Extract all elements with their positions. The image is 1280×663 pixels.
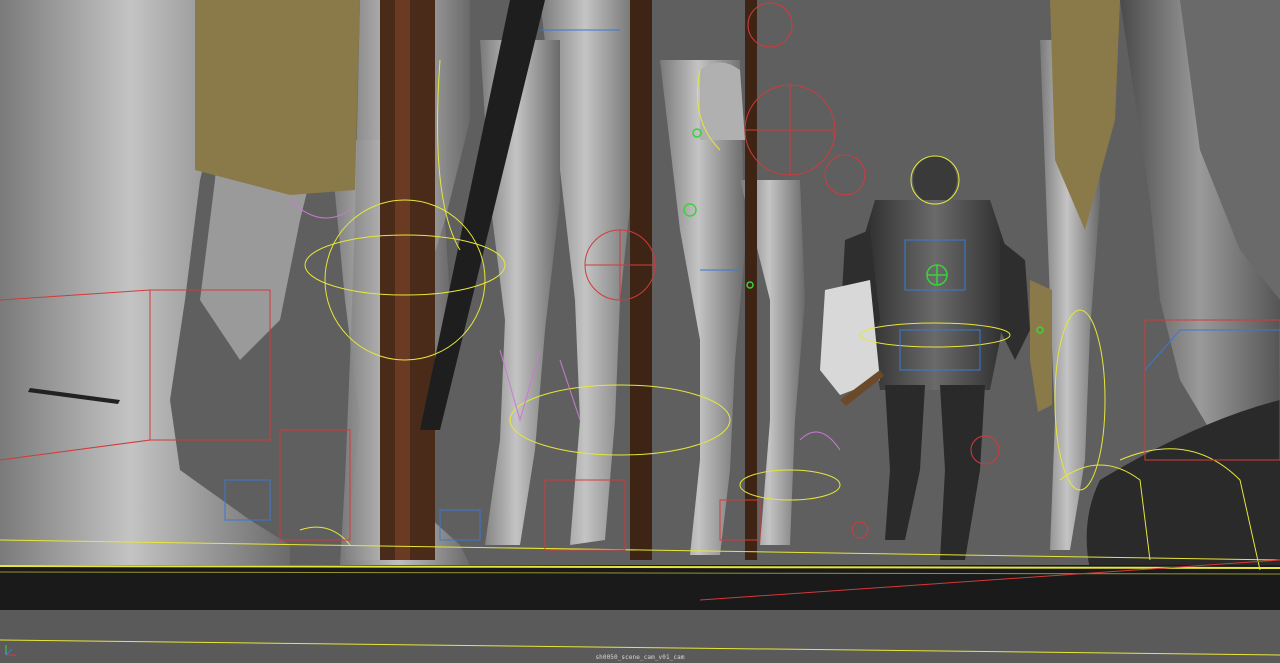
maya-viewport[interactable]: sh0050_scene_cam_v01_cam — [0, 0, 1280, 663]
ground-plane — [0, 565, 1280, 663]
viewport-scene[interactable] — [0, 0, 1280, 663]
camera-name-label: sh0050_scene_cam_v01_cam — [595, 654, 685, 661]
